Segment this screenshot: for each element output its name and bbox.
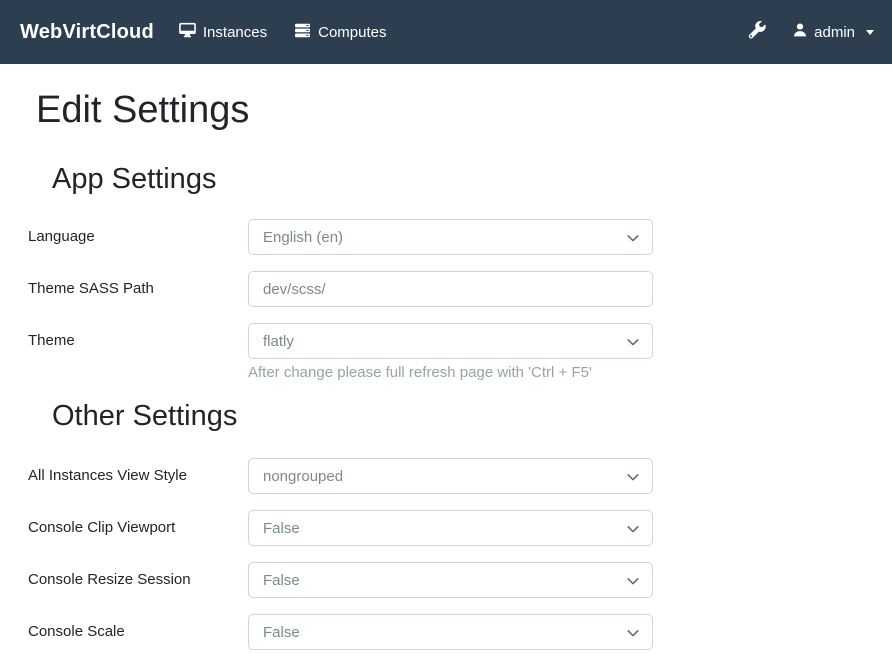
navbar-links: Instances Computes: [179, 22, 387, 43]
chevron-down-icon: [626, 231, 640, 250]
console-resize-session-label: Console Resize Session: [28, 571, 248, 589]
section-fields: All Instances View Style nongrouped Consol…: [28, 458, 892, 650]
theme-label: Theme: [28, 332, 248, 350]
chevron-down-icon: [626, 626, 640, 645]
chevron-down-icon: [626, 335, 640, 354]
brand-link[interactable]: WebVirtCloud: [20, 21, 154, 44]
chevron-down-icon: [626, 470, 640, 489]
user-menu-toggle[interactable]: admin: [792, 22, 874, 42]
language-select[interactable]: English (en): [248, 219, 653, 255]
nav-item-label: Computes: [318, 24, 386, 41]
monitor-icon: [179, 22, 196, 43]
all-instances-view-style-field: All Instances View Style nongrouped: [28, 458, 892, 494]
selected-value: English (en): [263, 229, 343, 246]
console-clip-viewport-label: Console Clip Viewport: [28, 519, 248, 537]
theme-select[interactable]: flatly: [248, 323, 653, 359]
console-resize-session-field: Console Resize Session False: [28, 562, 892, 598]
selected-value: False: [263, 520, 300, 537]
console-clip-viewport-select[interactable]: False: [248, 510, 653, 546]
all-instances-view-style-label: All Instances View Style: [28, 467, 248, 485]
selected-value: False: [263, 572, 300, 589]
top-navbar: WebVirtCloud Instances: [0, 0, 892, 64]
main-content: Edit Settings App Settings Language Englis…: [0, 64, 892, 650]
theme-sass-path-input[interactable]: [248, 271, 653, 307]
section-fields: Language English (en) Theme SASS Path Theme…: [28, 219, 892, 382]
section-title: Other Settings: [52, 399, 892, 434]
navbar-right: admin: [748, 21, 874, 44]
user-icon: [792, 22, 808, 42]
selected-value: flatly: [263, 333, 294, 350]
selected-value: False: [263, 624, 300, 641]
nav-item-computes[interactable]: Computes: [294, 22, 386, 43]
language-label: Language: [28, 228, 248, 246]
console-scale-label: Console Scale: [28, 623, 248, 641]
server-icon: [294, 22, 311, 43]
nav-item-instances[interactable]: Instances: [179, 22, 267, 43]
chevron-down-icon: [626, 522, 640, 541]
user-name-label: admin: [814, 24, 855, 41]
console-scale-select[interactable]: False: [248, 614, 653, 650]
caret-down-icon: [866, 30, 874, 35]
field-help-text: After change please full refresh page wi…: [248, 364, 892, 382]
settings-wrench-button[interactable]: [748, 21, 766, 44]
theme-sass-path-field: Theme SASS Path: [28, 271, 892, 307]
nav-item-label: Instances: [203, 24, 267, 41]
console-clip-viewport-field: Console Clip Viewport False: [28, 510, 892, 546]
console-resize-session-select[interactable]: False: [248, 562, 653, 598]
selected-value: nongrouped: [263, 468, 343, 485]
console-scale-field: Console Scale False: [28, 614, 892, 650]
theme-field: Theme flatly After change please full refr…: [28, 323, 892, 382]
chevron-down-icon: [626, 574, 640, 593]
language-field: Language English (en): [28, 219, 892, 255]
section-title: App Settings: [52, 162, 892, 197]
all-instances-view-style-select[interactable]: nongrouped: [248, 458, 653, 494]
theme-sass-path-label: Theme SASS Path: [28, 280, 248, 298]
settings-form: App Settings Language English (en) Theme SA…: [28, 162, 892, 651]
wrench-icon: [748, 21, 766, 44]
page-title: Edit Settings: [36, 88, 892, 134]
